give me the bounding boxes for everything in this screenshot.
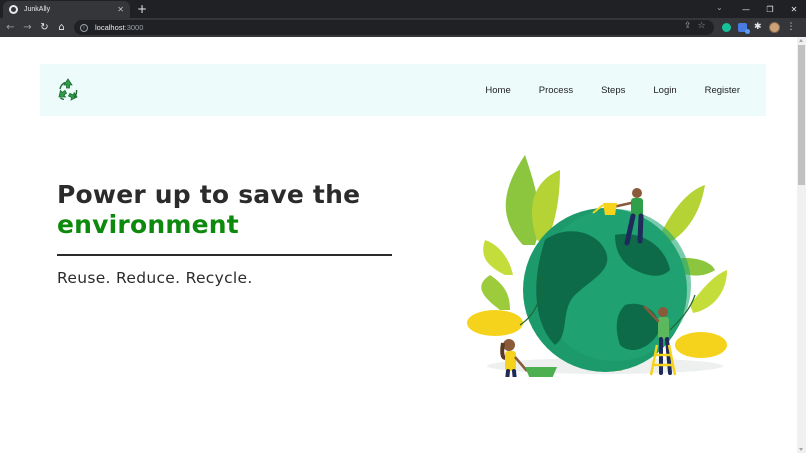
- minimize-button[interactable]: —: [734, 5, 758, 14]
- nav-process-link[interactable]: Process: [539, 85, 573, 96]
- grammarly-extension-icon[interactable]: [722, 23, 731, 32]
- nav-home-link[interactable]: Home: [485, 85, 510, 96]
- nav-register-link[interactable]: Register: [705, 85, 740, 96]
- scroll-up-arrow-icon[interactable]: [799, 39, 803, 42]
- new-tab-button[interactable]: +: [137, 2, 147, 16]
- forward-icon[interactable]: →: [19, 22, 36, 33]
- tab-title: JunkAlly: [24, 6, 51, 13]
- scroll-down-arrow-icon[interactable]: [799, 448, 803, 451]
- hero-subtitle: Reuse. Reduce. Recycle.: [57, 269, 253, 287]
- share-icon[interactable]: ⇪: [684, 21, 692, 31]
- globe-icon: [9, 5, 18, 14]
- nav-login-link[interactable]: Login: [653, 85, 676, 96]
- browser-tab-bar: JunkAlly ✕ + ⌄ — ❐ ✕: [0, 0, 806, 18]
- extensions-puzzle-icon[interactable]: ✱: [754, 23, 762, 32]
- tab-search-icon[interactable]: ⌄: [716, 3, 723, 12]
- window-controls: — ❐ ✕: [734, 0, 806, 18]
- hero-title-line1: Power up to save the: [57, 180, 361, 209]
- scrollbar-thumb[interactable]: [798, 45, 805, 185]
- close-window-button[interactable]: ✕: [782, 5, 806, 14]
- page-scrollbar[interactable]: [797, 37, 806, 453]
- earth-illustration: [467, 155, 727, 377]
- url-host: localhost: [95, 23, 125, 32]
- site-navbar: Home Process Steps Login Register: [40, 64, 766, 116]
- page-content: Home Process Steps Login Register Power …: [0, 37, 797, 453]
- site-info-icon[interactable]: i: [80, 23, 88, 32]
- hero-title-highlight: environment: [57, 210, 239, 239]
- nav-menu: Home Process Steps Login Register: [457, 64, 740, 116]
- back-icon[interactable]: ←: [2, 22, 19, 33]
- nav-steps-link[interactable]: Steps: [601, 85, 625, 96]
- reload-icon[interactable]: ↻: [36, 22, 53, 33]
- profile-avatar[interactable]: [768, 22, 780, 33]
- browser-menu-icon[interactable]: ⋮: [787, 23, 796, 32]
- hero-title: Power up to save the environment: [57, 180, 360, 240]
- bookmark-star-icon[interactable]: ☆: [698, 21, 706, 31]
- address-bar[interactable]: i localhost:3000: [74, 20, 714, 35]
- maximize-button[interactable]: ❐: [758, 5, 782, 14]
- browser-toolbar: ← → ↻ ⌂ i localhost:3000 ⇪ ☆ ✱ ⋮: [0, 18, 806, 37]
- home-icon[interactable]: ⌂: [53, 22, 70, 33]
- tab-close-icon[interactable]: ✕: [117, 5, 124, 14]
- extension-badge-icon[interactable]: [738, 23, 750, 34]
- url-port: :3000: [124, 23, 144, 32]
- browser-tab[interactable]: JunkAlly ✕: [3, 1, 130, 18]
- recycle-icon[interactable]: [55, 77, 81, 103]
- hero-divider: [57, 254, 392, 256]
